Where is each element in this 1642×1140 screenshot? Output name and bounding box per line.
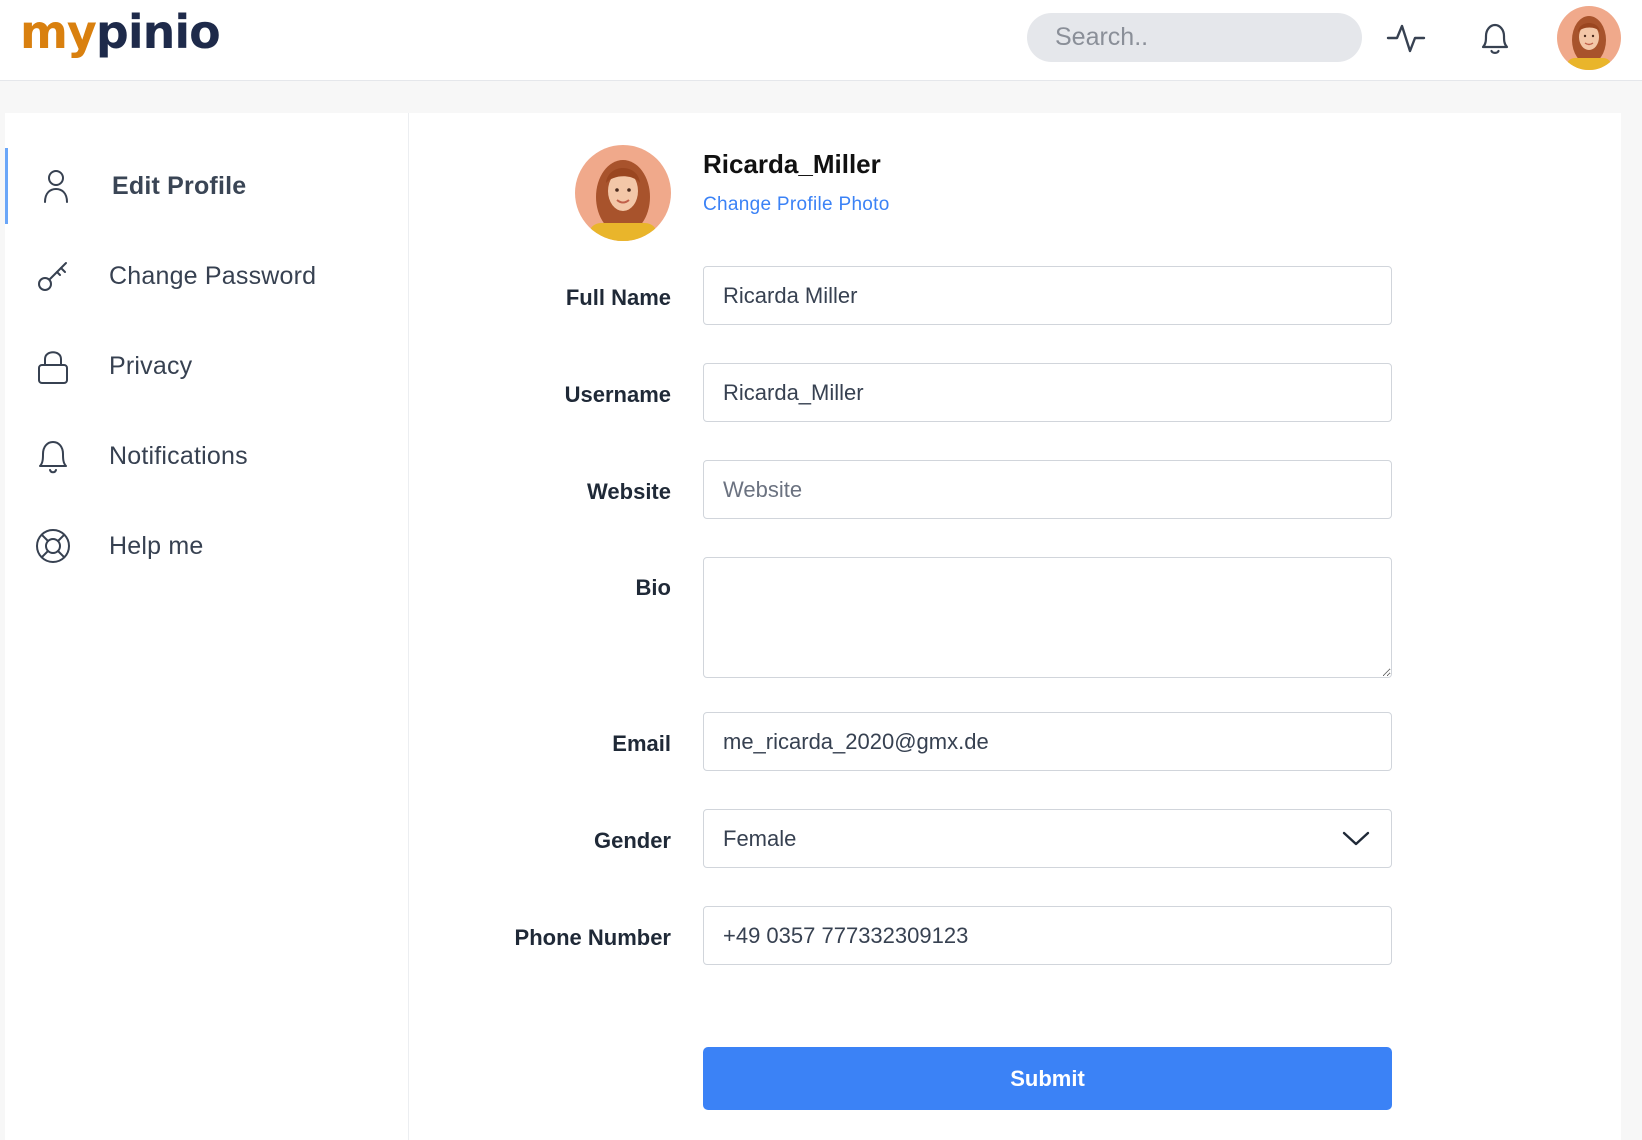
bell-icon <box>33 436 73 476</box>
phone-number-field[interactable] <box>703 906 1392 965</box>
bio-textarea[interactable] <box>703 557 1392 678</box>
submit-button[interactable]: Submit <box>703 1047 1392 1110</box>
website-field[interactable] <box>703 460 1392 519</box>
full-name-field[interactable] <box>703 266 1392 325</box>
search-input[interactable] <box>1027 13 1362 62</box>
sidebar-item-label: Notifications <box>109 441 248 470</box>
website-label: Website <box>587 479 671 504</box>
sidebar-item-label: Help me <box>109 531 204 560</box>
logo-part-my: my <box>20 5 97 59</box>
logo-part-pinio: pinio <box>95 5 221 59</box>
email-field[interactable] <box>703 712 1392 771</box>
sidebar-item-label: Change Password <box>109 261 317 290</box>
profile-username: Ricarda_Miller <box>703 149 881 179</box>
email-label: Email <box>612 731 671 756</box>
gender-label: Gender <box>593 828 671 853</box>
sidebar-item-notifications[interactable]: Notifications <box>5 418 409 494</box>
phone-number-label: Phone Number <box>514 925 671 950</box>
sidebar-item-label: Edit Profile <box>112 171 247 200</box>
lifebuoy-icon <box>33 526 73 566</box>
sidebar-item-privacy[interactable]: Privacy <box>5 328 409 404</box>
username-field[interactable] <box>703 363 1392 422</box>
sidebar-item-label: Privacy <box>109 351 193 380</box>
sidebar-item-edit-profile[interactable]: Edit Profile <box>5 148 409 224</box>
bell-icon[interactable] <box>1475 18 1515 58</box>
user-icon <box>36 166 76 206</box>
mypinio-logo[interactable]: mypinio <box>20 2 221 62</box>
key-icon <box>33 256 73 296</box>
avatar[interactable] <box>1557 6 1621 70</box>
activity-icon[interactable] <box>1386 18 1426 58</box>
gender-selected-value: Female <box>723 825 797 851</box>
edit-profile-panel: Ricarda_Miller Change Profile Photo Full… <box>409 113 1621 1140</box>
username-label: Username <box>564 382 671 407</box>
sidebar-item-help[interactable]: Help me <box>5 508 409 584</box>
profile-avatar[interactable] <box>575 145 671 241</box>
sidebar-item-change-password[interactable]: Change Password <box>5 238 409 314</box>
bio-label: Bio <box>635 575 671 600</box>
lock-icon <box>33 346 73 386</box>
change-profile-photo-link[interactable]: Change Profile Photo <box>703 194 890 216</box>
settings-sidebar: Edit Profile Change Password Privacy Not… <box>5 113 409 1140</box>
full-name-label: Full Name <box>565 285 671 310</box>
chevron-down-icon <box>1342 831 1370 846</box>
top-header: mypinio <box>0 0 1642 81</box>
gender-select[interactable]: Female <box>703 809 1392 868</box>
